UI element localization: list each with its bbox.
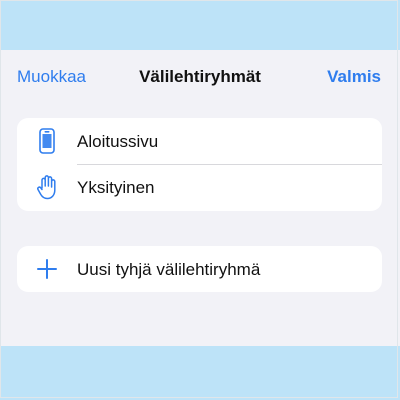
phone-icon [36, 127, 58, 155]
new-empty-tab-group-button[interactable]: Uusi tyhjä välilehtiryhmä [17, 246, 382, 292]
top-background-band [0, 0, 400, 50]
plus-icon [36, 255, 58, 283]
hand-icon [36, 173, 58, 201]
done-button[interactable]: Valmis [327, 67, 381, 87]
new-tab-group-label: Uusi tyhjä välilehtiryhmä [77, 260, 261, 279]
list-item-yksityinen[interactable]: Yksityinen [17, 164, 382, 210]
new-tab-group-card: Uusi tyhjä välilehtiryhmä [17, 246, 382, 292]
list-item-label: Aloitussivu [77, 132, 159, 151]
list-item-aloitussivu[interactable]: Aloitussivu [17, 118, 382, 164]
tab-groups-list: Aloitussivu Yksityinen [17, 118, 382, 211]
navigation-bar: Muokkaa Välilehtiryhmät Valmis [0, 50, 400, 102]
bottom-background-band [0, 346, 400, 400]
list-item-label: Yksityinen [77, 178, 155, 197]
